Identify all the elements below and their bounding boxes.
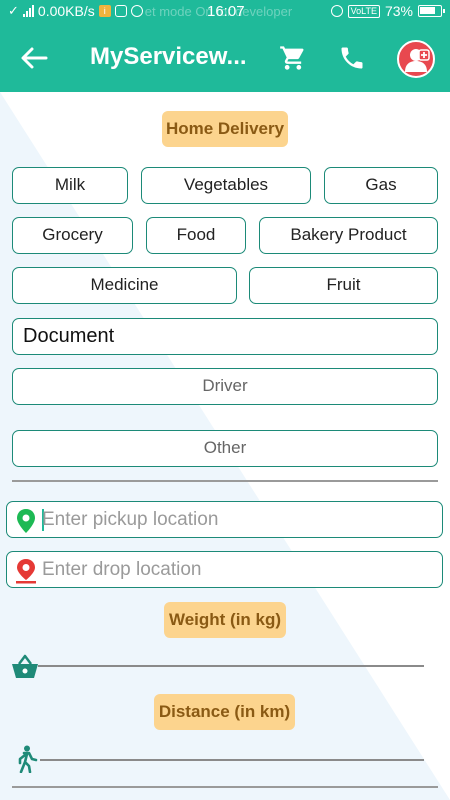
signal-icon [22, 5, 34, 17]
driver-option[interactable]: Driver [12, 368, 438, 405]
walking-person-icon[interactable] [13, 745, 39, 773]
clock: 16:07 [207, 3, 245, 20]
category-bakery-product[interactable]: Bakery Product [259, 217, 438, 254]
pickup-pin-icon [17, 509, 35, 533]
category-food[interactable]: Food [146, 217, 246, 254]
other-option[interactable]: Other [12, 430, 438, 467]
section-divider [12, 480, 438, 482]
phone-icon[interactable] [338, 44, 366, 72]
drop-input[interactable] [42, 555, 432, 584]
app-bar: MyServicew... [0, 24, 450, 92]
pickup-location-field[interactable] [6, 501, 443, 538]
app-title: MyServicew... [90, 43, 247, 70]
battery-percent: 73% [384, 3, 413, 19]
doctor-icon[interactable] [397, 40, 435, 78]
drop-location-field[interactable] [6, 551, 443, 588]
category-medicine[interactable]: Medicine [12, 267, 237, 304]
pickup-input[interactable] [42, 505, 432, 534]
volte-badge: VoLTE [347, 4, 380, 18]
alarm-icon [330, 5, 343, 17]
category-gas[interactable]: Gas [324, 167, 438, 204]
document-field[interactable]: Document [12, 318, 438, 355]
weight-label: Weight (in kg) [164, 602, 286, 638]
instagram-icon [114, 5, 127, 17]
check-icon: ✓ [8, 3, 19, 18]
main-content: Home Delivery Milk Vegetables Gas Grocer… [0, 92, 450, 800]
basket-icon[interactable] [10, 652, 40, 680]
category-fruit[interactable]: Fruit [249, 267, 438, 304]
bottom-divider [12, 786, 438, 788]
drop-pin-icon [16, 559, 36, 584]
weight-slider[interactable] [38, 665, 424, 667]
distance-slider[interactable] [40, 759, 424, 761]
cart-icon[interactable] [279, 44, 307, 72]
app-notification-icon: i [98, 5, 111, 17]
distance-label: Distance (in km) [154, 694, 295, 730]
battery-icon [418, 5, 445, 17]
status-bar: ✓ 0.00KB/s i et mode On for developer 16… [0, 0, 450, 24]
category-vegetables[interactable]: Vegetables [141, 167, 311, 204]
category-grocery[interactable]: Grocery [12, 217, 133, 254]
whatsapp-icon [130, 5, 143, 17]
back-arrow-icon[interactable] [18, 44, 50, 72]
category-milk[interactable]: Milk [12, 167, 128, 204]
network-speed: 0.00KB/s [37, 3, 95, 19]
home-delivery-label: Home Delivery [162, 111, 288, 147]
